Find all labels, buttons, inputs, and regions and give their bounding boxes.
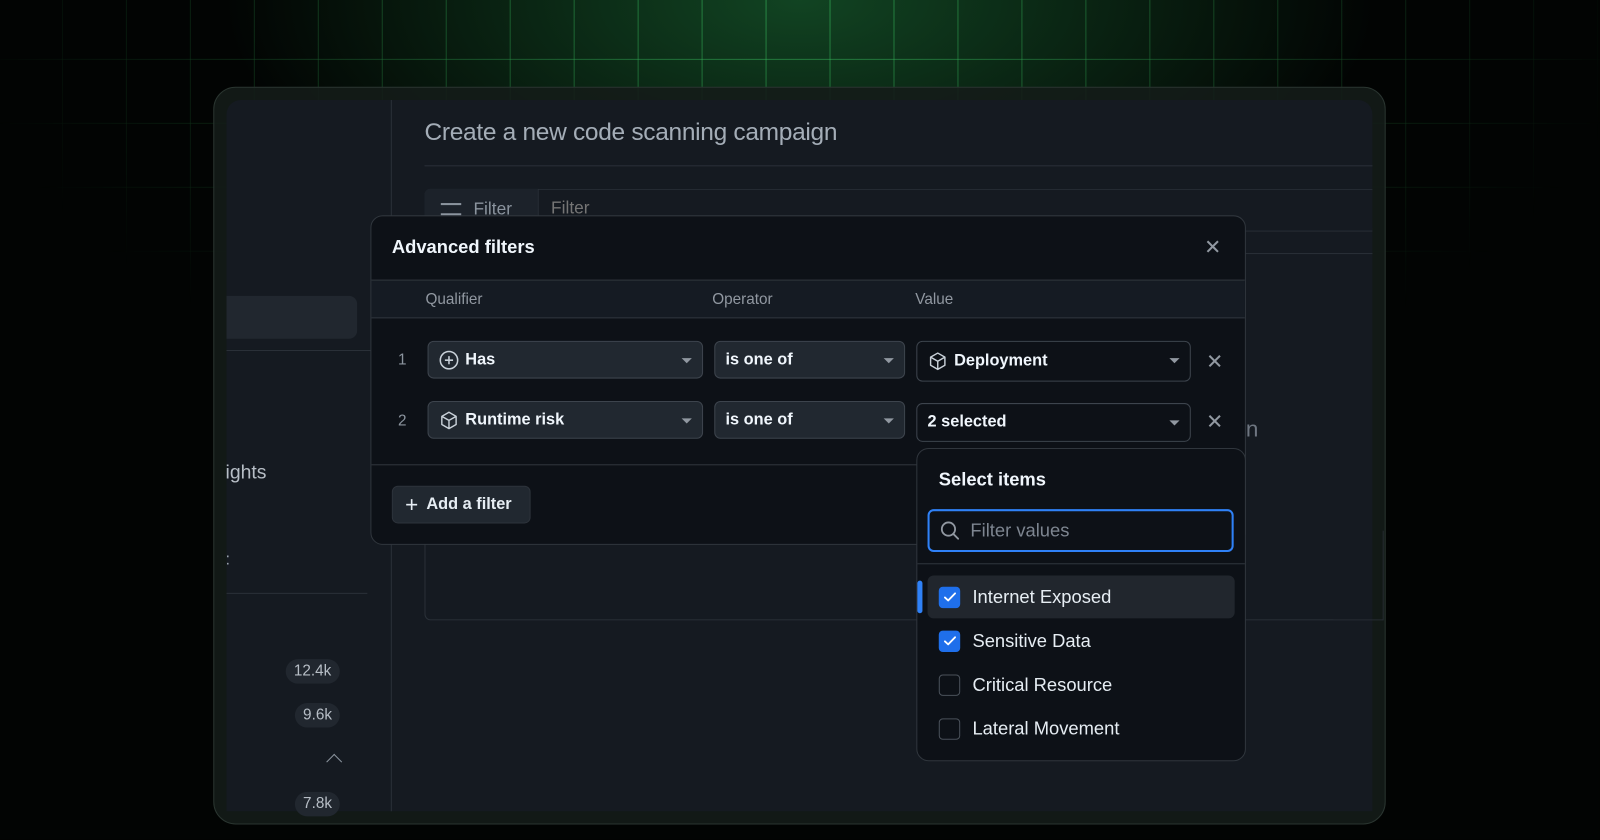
caret-down-icon <box>883 418 894 424</box>
caret-down-icon <box>1169 420 1180 426</box>
select-items-panel: Select items Internet Exposed Sensitive D… <box>916 447 1246 762</box>
package-icon <box>441 411 457 429</box>
sidebar-divider <box>226 592 368 594</box>
sidebar-item-insights[interactable]: ights <box>226 462 267 484</box>
row-number: 2 <box>397 412 407 430</box>
check-icon <box>943 636 956 646</box>
option-label: Sensitive Data <box>972 630 1091 651</box>
option-label: Critical Resource <box>972 673 1113 695</box>
sidebar-item-selected[interactable] <box>226 295 358 339</box>
add-filter-label: Add a filter <box>426 495 512 513</box>
filter-values-field[interactable] <box>927 509 1234 553</box>
operator-select[interactable]: is one of <box>714 340 906 379</box>
count-badge: 7.8k <box>294 791 341 817</box>
value-select[interactable]: 2 selected <box>916 403 1191 442</box>
panel-divider <box>917 563 1245 565</box>
value-text: 2 selected <box>927 413 1007 431</box>
package-icon <box>929 352 946 371</box>
option-item[interactable]: Internet Exposed <box>927 575 1235 619</box>
remove-row-icon[interactable]: ✕ <box>1206 349 1223 375</box>
add-filter-button[interactable]: + Add a filter <box>391 485 531 524</box>
page-title: Create a new code scanning campaign <box>424 118 838 146</box>
option-label: Lateral Movement <box>972 717 1120 739</box>
caret-down-icon <box>883 358 894 364</box>
check-icon <box>943 592 956 602</box>
operator-value: is one of <box>725 350 793 368</box>
active-indicator <box>917 580 923 614</box>
screen: ights : 12.4k 9.6k 7.8k Create a new cod… <box>0 0 1600 840</box>
caret-down-icon <box>1169 358 1180 364</box>
background-text: n <box>1245 416 1259 442</box>
caret-down-icon <box>681 418 692 424</box>
search-icon <box>940 521 960 540</box>
column-value: Value <box>915 290 954 309</box>
checkbox[interactable] <box>938 673 961 696</box>
value-select[interactable]: Deployment <box>916 340 1191 382</box>
caret-down-icon <box>681 358 692 364</box>
dialog-title: Advanced filters <box>391 236 535 258</box>
remove-row-icon[interactable]: ✕ <box>1206 409 1223 435</box>
filter-lines-icon <box>440 203 462 216</box>
operator-value: is one of <box>725 410 793 429</box>
filter-values-input[interactable] <box>970 519 1216 542</box>
column-headers: Qualifier Operator Value <box>371 279 1245 319</box>
sidebar-divider <box>226 349 391 352</box>
column-operator: Operator <box>712 290 773 309</box>
checkbox[interactable] <box>938 586 961 608</box>
qualifier-select[interactable]: Runtime risk <box>427 401 704 439</box>
plus-circle-icon <box>439 350 459 370</box>
plus-icon: + <box>405 491 419 517</box>
option-label: Internet Exposed <box>972 586 1112 607</box>
close-icon[interactable]: ✕ <box>1204 235 1221 261</box>
sidebar-item-partial[interactable]: : <box>226 551 231 569</box>
value-text: Deployment <box>954 352 1048 370</box>
filter-divider <box>1244 253 1373 255</box>
qualifier-value: Runtime risk <box>465 410 565 429</box>
operator-select[interactable]: is one of <box>714 401 906 439</box>
panel-title: Select items <box>938 469 1046 490</box>
row-number: 1 <box>397 351 407 369</box>
qualifier-select[interactable]: Has <box>427 340 704 379</box>
checkbox[interactable] <box>938 630 961 652</box>
checkbox[interactable] <box>938 717 961 740</box>
title-divider <box>424 165 1373 167</box>
qualifier-value: Has <box>465 350 496 368</box>
count-badge: 9.6k <box>294 703 341 728</box>
option-item[interactable]: Sensitive Data <box>928 619 1235 662</box>
option-item[interactable]: Lateral Movement <box>928 707 1235 750</box>
count-badge: 12.4k <box>285 659 340 684</box>
option-item[interactable]: Critical Resource <box>928 663 1235 706</box>
column-qualifier: Qualifier <box>425 290 483 309</box>
